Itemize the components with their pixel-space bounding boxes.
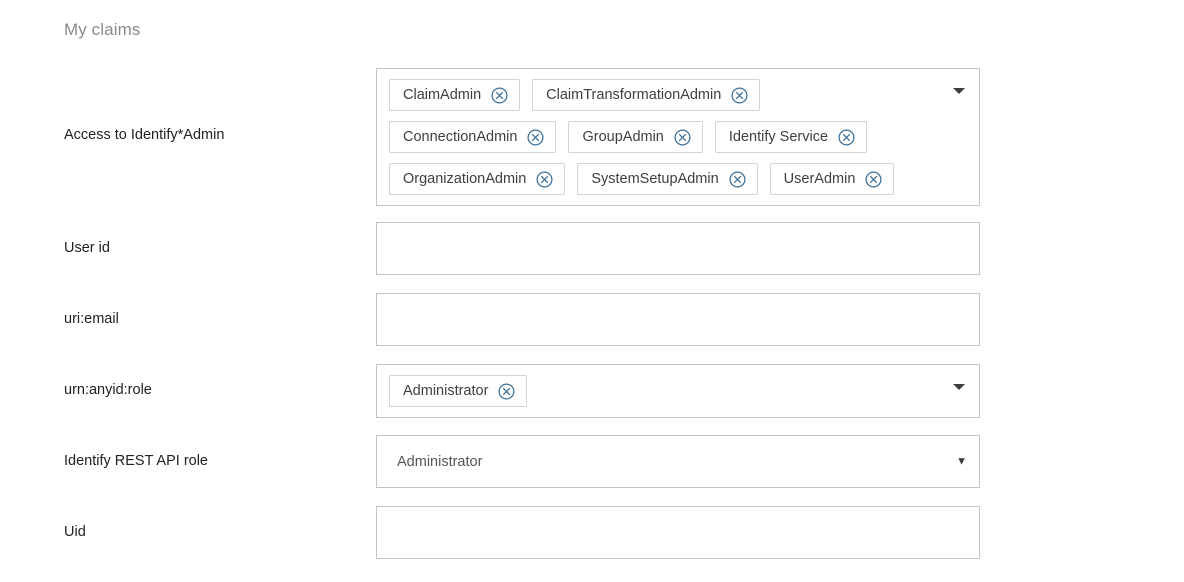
form-row-user-id: User id [0, 222, 1184, 275]
multiselect-access-to-identifyadmin[interactable]: ClaimAdmin ClaimTransformationAdmin Connec… [376, 68, 980, 206]
field-wrapper-uid [376, 506, 980, 559]
page-title: My claims [64, 20, 141, 39]
chip[interactable]: Administrator [389, 375, 528, 407]
form-row-urnanyidrole: urn:anyid:role Administrator [0, 364, 1184, 418]
my-claims-page: My claims Access to Identify*Admin ClaimA… [0, 0, 1184, 582]
chip-label: ClaimTransformationAdmin [546, 86, 722, 103]
close-circle-icon[interactable] [838, 128, 855, 146]
chip-label: ClaimAdmin [403, 86, 482, 103]
field-wrapper-identify-rest-api-role: Administrator ▼ [376, 435, 980, 488]
field-label-user-id: User id [64, 239, 110, 256]
close-circle-icon[interactable] [498, 382, 515, 400]
close-circle-icon[interactable] [729, 170, 746, 188]
close-circle-icon[interactable] [731, 86, 748, 104]
chevron-down-icon[interactable] [953, 384, 965, 390]
chip-label: UserAdmin [783, 170, 856, 187]
claims-form: Access to Identify*Admin ClaimAdmin ClaimT… [0, 68, 1184, 577]
field-label-urnanyidrole: urn:anyid:role [64, 381, 152, 398]
chip-label: OrganizationAdmin [403, 170, 527, 187]
chip-label: Administrator [403, 382, 489, 399]
select-value: Administrator [397, 453, 483, 470]
chip[interactable]: ConnectionAdmin [389, 121, 557, 153]
chip-label: SystemSetupAdmin [591, 170, 719, 187]
field-label-uid: Uid [64, 523, 86, 540]
form-row-access-to-identifyadmin: Access to Identify*Admin ClaimAdmin ClaimT… [0, 68, 1184, 206]
close-circle-icon[interactable] [491, 86, 508, 104]
close-circle-icon[interactable] [865, 170, 882, 188]
select-identify-rest-api-role[interactable]: Administrator ▼ [376, 435, 980, 488]
chip-list: Administrator [389, 375, 939, 407]
close-circle-icon[interactable] [527, 128, 544, 146]
chip-label: ConnectionAdmin [403, 128, 518, 145]
field-label-access-to-identifyadmin: Access to Identify*Admin [64, 127, 225, 143]
chip[interactable]: ClaimTransformationAdmin [532, 79, 761, 111]
chip[interactable]: UserAdmin [769, 163, 895, 195]
chip-label: GroupAdmin [582, 128, 664, 145]
text-input-uid[interactable] [376, 506, 980, 559]
chevron-down-icon[interactable] [953, 88, 965, 94]
chevron-down-icon[interactable]: ▼ [956, 456, 967, 467]
chip[interactable]: SystemSetupAdmin [577, 163, 758, 195]
chip[interactable]: OrganizationAdmin [389, 163, 566, 195]
field-label-uriemail: uri:email [64, 310, 119, 327]
field-label-identify-rest-api-role: Identify REST API role [64, 452, 208, 469]
chip-list: ClaimAdmin ClaimTransformationAdmin Connec… [389, 79, 939, 195]
chip-label: Identify Service [728, 128, 829, 145]
form-row-uid: Uid [0, 506, 1184, 559]
form-row-uriemail: uri:email [0, 293, 1184, 346]
chip[interactable]: ClaimAdmin [389, 79, 521, 111]
field-wrapper-user-id [376, 222, 980, 275]
field-wrapper-uriemail [376, 293, 980, 346]
close-circle-icon[interactable] [536, 170, 553, 188]
field-wrapper-urnanyidrole: Administrator [376, 364, 980, 418]
multiselect-urnanyidrole[interactable]: Administrator [376, 364, 980, 418]
text-input-user-id[interactable] [376, 222, 980, 275]
close-circle-icon[interactable] [674, 128, 691, 146]
field-wrapper-access-to-identifyadmin: ClaimAdmin ClaimTransformationAdmin Connec… [376, 68, 980, 206]
chip[interactable]: Identify Service [714, 121, 868, 153]
chip[interactable]: GroupAdmin [568, 121, 703, 153]
text-input-uriemail[interactable] [376, 293, 980, 346]
form-row-identify-rest-api-role: Identify REST API role Administrator ▼ [0, 435, 1184, 488]
